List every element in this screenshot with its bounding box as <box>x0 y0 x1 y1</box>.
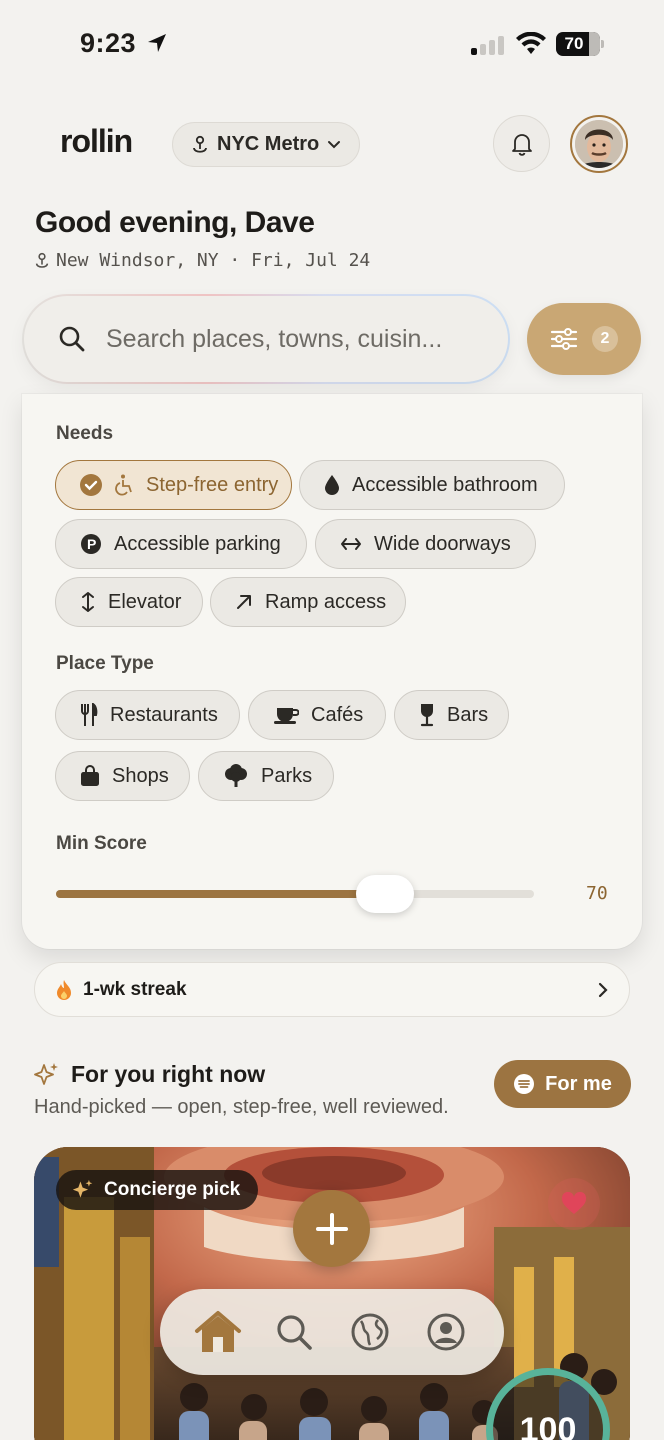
globe-icon <box>351 1313 389 1351</box>
badge-label: Concierge pick <box>104 1179 241 1200</box>
section-subtitle: Hand-picked — open, step-free, well revi… <box>34 1096 449 1118</box>
greeting-title: Good evening, Dave <box>35 206 315 239</box>
chip-step-free-entry[interactable]: Step-free entry <box>55 460 292 510</box>
status-time: 9:23 <box>80 28 137 58</box>
chip-label: Shops <box>112 764 169 787</box>
fork-knife-icon <box>80 703 98 727</box>
search-input[interactable] <box>106 324 466 354</box>
slider-thumb[interactable] <box>355 875 414 913</box>
sparkle-icon <box>72 1179 93 1198</box>
app-logo: rollin <box>60 123 133 159</box>
chevron-right-icon <box>598 982 608 998</box>
chip-label: Ramp access <box>265 590 387 613</box>
coffee-cup-icon <box>273 705 299 725</box>
search-icon <box>277 1315 312 1350</box>
shopping-bag-icon <box>80 765 100 787</box>
avatar[interactable] <box>570 115 628 173</box>
filter-button[interactable]: 2 <box>527 303 641 375</box>
status-bar: 9:23 70 <box>0 0 664 90</box>
chip-accessible-bathroom[interactable]: Accessible bathroom <box>299 460 565 510</box>
chip-label: Wide doorways <box>374 532 511 555</box>
streak-label: 1-wk streak <box>83 978 187 1000</box>
sparkle-icon <box>34 1063 58 1085</box>
svg-text:P: P <box>87 536 96 552</box>
profile-icon <box>427 1313 465 1351</box>
location-date-text: New Windsor, NY · Fri, Jul 24 <box>56 250 371 271</box>
chip-label: Step-free entry <box>146 473 279 496</box>
chevron-down-icon <box>328 140 341 148</box>
arrows-horizontal-icon <box>340 536 362 552</box>
metro-label: NYC Metro <box>217 133 320 155</box>
bell-icon <box>511 133 532 156</box>
home-icon <box>195 1311 241 1352</box>
for-me-label: For me <box>545 1072 612 1095</box>
chip-wide-doorways[interactable]: Wide doorways <box>315 519 536 569</box>
chip-shops[interactable]: Shops <box>55 751 190 801</box>
drop-icon <box>324 474 340 496</box>
place-type-label: Place Type <box>56 653 154 674</box>
battery-icon: 70 <box>556 32 604 56</box>
add-button[interactable] <box>293 1190 370 1267</box>
tree-icon <box>223 764 249 788</box>
chip-restaurants[interactable]: Restaurants <box>55 690 240 740</box>
bottom-tab-bar <box>160 1289 504 1375</box>
filter-panel: Needs Step-free entry Accessible bathroo… <box>22 394 642 949</box>
chip-parks[interactable]: Parks <box>198 751 334 801</box>
chip-label: Accessible parking <box>114 532 281 555</box>
min-score-slider[interactable] <box>56 875 534 913</box>
search-bar <box>22 294 510 384</box>
sliders-icon <box>550 328 578 350</box>
pin-icon <box>35 252 49 268</box>
parking-icon: P <box>80 533 102 555</box>
wheelchair-icon <box>114 474 134 496</box>
metro-selector[interactable]: NYC Metro <box>172 122 360 167</box>
chip-accessible-parking[interactable]: P Accessible parking <box>55 519 307 569</box>
favorite-button[interactable] <box>548 1178 600 1230</box>
avatar-photo <box>575 120 623 168</box>
chip-bars[interactable]: Bars <box>394 690 509 740</box>
search-icon <box>59 326 85 352</box>
plus-icon <box>315 1212 348 1245</box>
chip-label: Accessible bathroom <box>352 473 538 496</box>
min-score-value: 70 <box>586 883 608 904</box>
heart-icon <box>561 1192 587 1214</box>
chip-ramp-access[interactable]: Ramp access <box>210 577 406 627</box>
location-arrow-icon <box>148 34 166 52</box>
notifications-button[interactable] <box>493 115 550 172</box>
location-date-line: New Windsor, NY · Fri, Jul 24 <box>34 250 370 271</box>
chip-elevator[interactable]: Elevator <box>55 577 203 627</box>
checkmark-icon <box>80 474 102 496</box>
wine-glass-icon <box>419 703 435 727</box>
tab-explore[interactable] <box>341 1303 399 1361</box>
chip-label: Restaurants <box>110 703 218 726</box>
chip-cafes[interactable]: Cafés <box>248 690 386 740</box>
filter-count-badge: 2 <box>592 326 618 352</box>
battery-percent: 70 <box>564 34 584 53</box>
score-value: 100 <box>519 1411 577 1440</box>
pin-icon <box>193 135 207 153</box>
flame-icon <box>57 979 71 1000</box>
chip-label: Bars <box>447 703 489 726</box>
tab-home[interactable] <box>189 1303 247 1361</box>
chip-label: Parks <box>261 764 313 787</box>
slider-fill <box>56 890 385 898</box>
tab-search[interactable] <box>265 1303 323 1361</box>
for-me-button[interactable]: For me <box>494 1060 631 1108</box>
menu-circle-icon <box>514 1074 535 1094</box>
min-score-label: Min Score <box>56 833 147 854</box>
needs-label: Needs <box>56 423 114 444</box>
chip-label: Elevator <box>108 590 182 613</box>
arrows-vertical-icon <box>80 591 96 613</box>
wifi-icon <box>516 32 546 54</box>
chip-label: Cafés <box>311 703 364 726</box>
arrow-up-right-icon <box>235 593 253 611</box>
tab-profile[interactable] <box>417 1303 475 1361</box>
section-title: For you right now <box>71 1061 266 1087</box>
concierge-pick-badge: Concierge pick <box>56 1170 259 1210</box>
cellular-signal-icon <box>471 36 504 55</box>
streak-banner[interactable]: 1-wk streak <box>34 962 630 1017</box>
